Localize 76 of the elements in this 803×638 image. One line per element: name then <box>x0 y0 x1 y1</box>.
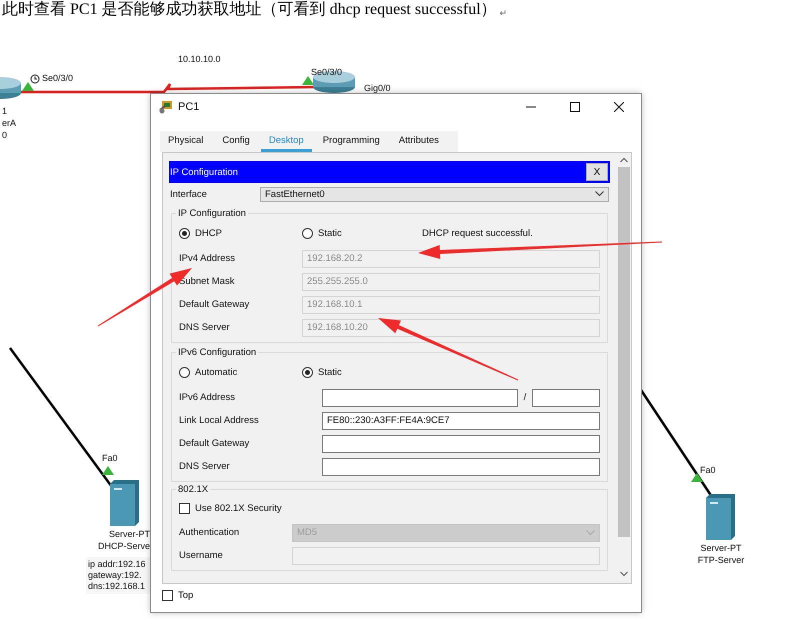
status-message: DHCP request successful. <box>422 228 533 238</box>
radio-circle[interactable] <box>179 228 190 238</box>
radio-circle[interactable] <box>302 366 313 378</box>
tab[interactable]: Physical <box>160 131 212 152</box>
field-label: DNS Server <box>179 322 231 333</box>
radio-button[interactable]: Static <box>302 228 422 238</box>
device-label: erA <box>2 117 16 129</box>
device-note: dns:192.168.1 <box>88 581 146 592</box>
field-label: Link Local Address <box>179 415 260 426</box>
link-light-icon <box>302 76 314 85</box>
text-field[interactable] <box>532 388 600 406</box>
group-legend: IPv6 Configuration <box>176 347 258 358</box>
port-label: 10.10.10.0 <box>178 54 221 65</box>
chevron-down-icon <box>586 530 595 536</box>
device-note: gateway:192. <box>88 570 143 581</box>
device-note: ip addr:192.16 <box>88 559 147 570</box>
caption-text: 此时查看 PC1 是否能够成功获取地址（可看到 dhcp request successful） <box>2 1 497 18</box>
group-legend: IP Configuration <box>176 208 248 219</box>
text-field[interactable] <box>322 458 600 476</box>
device-label: FTP-Server <box>698 554 744 566</box>
text-field[interactable]: FE80::230:A3FF:FE4A:9CE7 <box>322 412 600 430</box>
radio-button[interactable]: DHCP <box>179 228 302 238</box>
group-legend: 802.1X <box>176 484 210 495</box>
device-label: 0 <box>2 129 8 141</box>
field-label: Interface <box>170 188 208 200</box>
field-label: Default Gateway <box>179 299 250 310</box>
field-label: DNS Server <box>179 461 231 472</box>
device-label: 1 <box>2 105 8 117</box>
router-icon <box>312 70 356 94</box>
tab[interactable]: Programming <box>314 131 388 152</box>
window-title: PC1 <box>178 101 200 113</box>
device-label: DHCP-Serve <box>98 540 150 552</box>
checkbox-box[interactable] <box>162 590 173 601</box>
top-checkbox[interactable]: Top <box>162 590 641 601</box>
port-label: Se0/3/0 <box>311 67 342 78</box>
port-label: Gig0/0 <box>364 83 391 94</box>
link-light-icon <box>691 473 703 482</box>
maximize-icon <box>570 102 580 112</box>
checkbox-label: Use 802.1X Security <box>195 502 282 514</box>
panel-title: IP Configuration <box>170 166 238 178</box>
device-label: Server-PT <box>108 528 150 540</box>
close-icon <box>614 102 624 112</box>
port-label: Fa0 <box>700 465 716 476</box>
radio-button[interactable]: Static <box>302 366 422 378</box>
server-icon <box>706 494 736 540</box>
text-field[interactable] <box>322 388 518 406</box>
separator-text: / <box>522 392 528 403</box>
server-icon <box>110 480 140 526</box>
tab[interactable]: Config <box>214 131 258 152</box>
chevron-down-icon <box>595 191 604 197</box>
text-field[interactable] <box>322 434 600 452</box>
app-icon <box>159 100 173 114</box>
field-label: IPv4 Address <box>179 253 236 264</box>
scroll-up-icon <box>620 157 628 163</box>
paragraph-mark: ↵ <box>500 8 508 18</box>
radio-circle[interactable] <box>179 366 190 378</box>
radio-circle[interactable] <box>302 228 313 238</box>
panel-close-button[interactable]: X <box>586 163 608 181</box>
port-label: Se0/3/0 <box>42 73 74 84</box>
clock-icon <box>30 74 40 84</box>
checkbox-box[interactable] <box>179 502 190 514</box>
radio-button[interactable]: Automatic <box>179 366 302 378</box>
field-label: Default Gateway <box>179 438 250 449</box>
interface-dropdown[interactable]: FastEthernet0 <box>260 186 609 202</box>
link-light-icon <box>102 466 114 475</box>
field-label: Authentication <box>179 527 240 538</box>
dropdown-value: FastEthernet0 <box>265 188 325 200</box>
port-label: Fa0 <box>102 453 118 464</box>
field-label: Username <box>179 550 224 561</box>
link-light-icon <box>22 82 34 91</box>
device-label: Server-PT <box>700 542 742 554</box>
tab[interactable]: Attributes <box>390 131 447 152</box>
field-label: IPv6 Address <box>179 392 236 403</box>
checkbox-label: Top <box>178 590 194 601</box>
checkbox[interactable]: Use 802.1X Security <box>179 502 282 514</box>
scroll-down-icon <box>620 571 628 577</box>
